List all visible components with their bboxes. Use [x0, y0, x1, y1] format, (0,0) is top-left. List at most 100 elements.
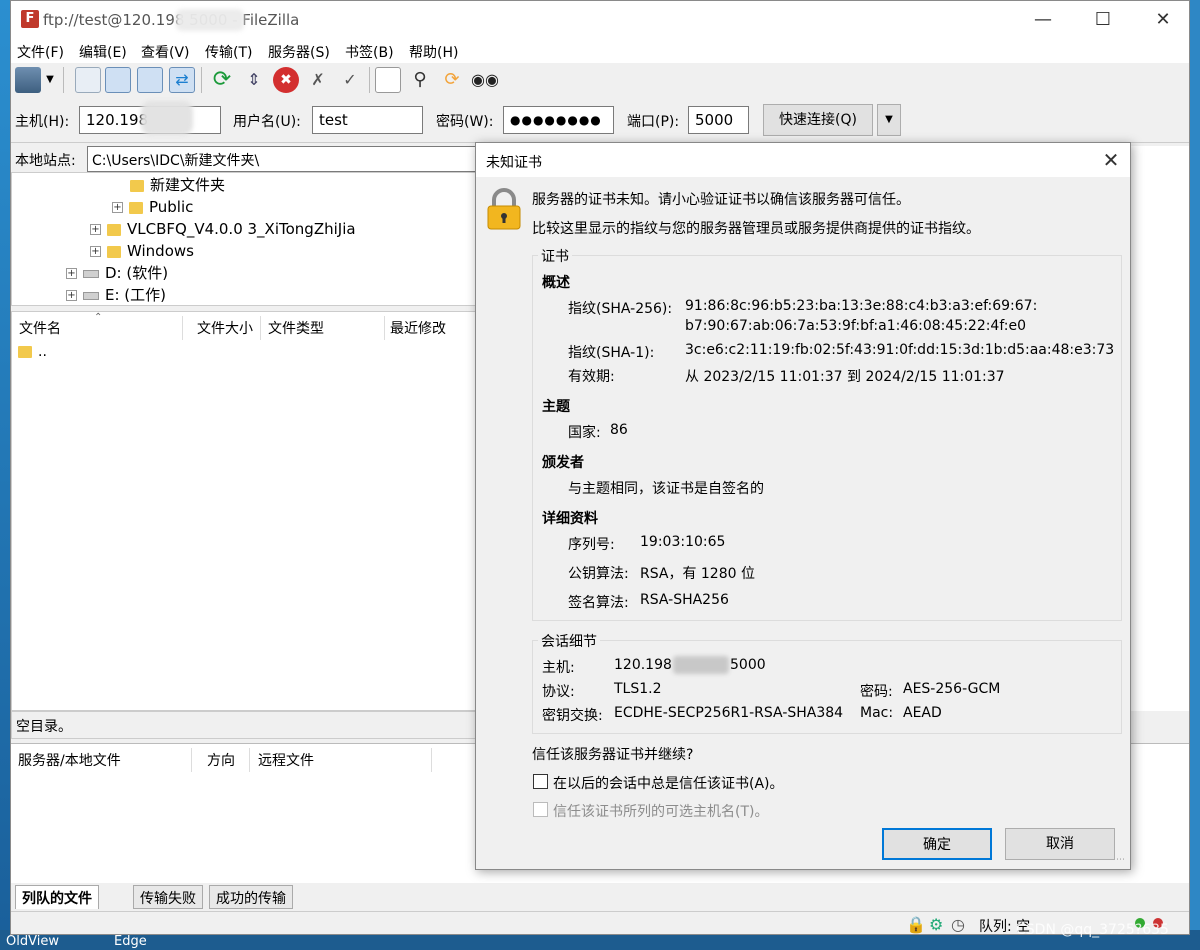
- title-bar: F ftp://test@120.198 5000 - FileZilla — …: [11, 1, 1189, 39]
- trust-question: 信任该服务器证书并继续?: [532, 747, 694, 763]
- quickconnect-history-dropdown[interactable]: ▼: [877, 104, 901, 136]
- tab-successful-transfers[interactable]: 成功的传输: [209, 885, 293, 909]
- username-input[interactable]: test: [312, 106, 423, 134]
- queue-column-remote-file[interactable]: 远程文件: [258, 750, 314, 770]
- expand-icon[interactable]: +: [90, 246, 101, 257]
- tree-node[interactable]: + E: (工作): [66, 284, 166, 305]
- mac-label: Mac:: [860, 705, 894, 721]
- sha256-value: 91:86:8c:96:b5:23:ba:13:3e:88:c4:b3:a3:e…: [685, 298, 1038, 314]
- disconnect-icon[interactable]: ✗: [305, 67, 331, 93]
- menu-help[interactable]: 帮助(H): [409, 42, 458, 62]
- always-trust-label[interactable]: 在以后的会话中总是信任该证书(A)。: [553, 773, 784, 793]
- cancel-icon[interactable]: ✖: [273, 67, 299, 93]
- quickconnect-button[interactable]: 快速连接(Q): [763, 104, 873, 136]
- toggle-local-tree-icon[interactable]: [105, 67, 131, 93]
- expand-icon[interactable]: +: [66, 268, 77, 279]
- desktop-icon-label[interactable]: Edge: [114, 934, 147, 949]
- tab-queued-files[interactable]: 列队的文件: [15, 885, 99, 909]
- validity-value: 从 2023/2/15 11:01:37 到 2024/2/15 11:01:3…: [685, 369, 1005, 385]
- always-trust-checkbox[interactable]: [533, 774, 548, 789]
- tree-node[interactable]: + D: (软件): [66, 262, 168, 284]
- password-label: 密码(W):: [436, 114, 494, 130]
- list-item[interactable]: ..: [18, 344, 47, 360]
- column-header-filename[interactable]: 文件名: [19, 318, 61, 338]
- column-header-filetype[interactable]: 文件类型: [268, 318, 324, 338]
- local-path-input[interactable]: C:\Users\IDC\新建文件夹\: [87, 146, 481, 172]
- desktop-left-strip: [0, 0, 10, 950]
- padlock-icon: [484, 187, 524, 231]
- public-key-label: 公钥算法:: [568, 566, 629, 582]
- column-header-modified[interactable]: 最近修改: [390, 318, 446, 338]
- status-bar: 🔒 ⚙ ◷ 队列: 空: [11, 911, 1189, 934]
- search-icon[interactable]: ⚲: [407, 67, 433, 93]
- mac-value: AEAD: [903, 705, 942, 721]
- username-label: 用户名(U):: [233, 114, 301, 130]
- tree-node[interactable]: + VLCBFQ_V4.0.0 3_XiTongZhiJia: [90, 218, 356, 240]
- password-input[interactable]: ●●●●●●●●: [503, 106, 614, 134]
- issuer-heading: 颁发者: [542, 455, 584, 471]
- trust-alt-names-label[interactable]: 信任该证书所列的可选主机名(T)。: [553, 801, 768, 821]
- minimize-button[interactable]: —: [1021, 1, 1065, 39]
- desktop-icon-label[interactable]: OldView: [6, 934, 59, 949]
- expand-icon[interactable]: +: [112, 202, 123, 213]
- gear-icon[interactable]: ⚙: [929, 915, 943, 934]
- validity-label: 有效期:: [568, 369, 615, 385]
- menu-transfer[interactable]: 传输(T): [205, 42, 252, 62]
- menu-file[interactable]: 文件(F): [17, 42, 64, 62]
- redaction-blur: [176, 9, 244, 31]
- close-window-button[interactable]: ✕: [1141, 1, 1185, 39]
- sha1-value: 3c:e6:c2:11:19:fb:02:5f:43:91:0f:dd:15:3…: [685, 342, 1115, 358]
- tree-node[interactable]: + Windows: [90, 240, 194, 262]
- menu-view[interactable]: 查看(V): [141, 42, 190, 62]
- toggle-message-log-icon[interactable]: [75, 67, 101, 93]
- find-files-icon[interactable]: ◉◉: [471, 67, 499, 93]
- protocol-value: TLS1.2: [614, 681, 662, 697]
- refresh-icon[interactable]: ⟳: [209, 67, 235, 93]
- toolbar: ▼ ⇄ ⟳ ⇕ ✖ ✗ ✓ ⚲ ⟳ ◉◉: [11, 63, 1189, 97]
- expand-icon[interactable]: +: [90, 224, 101, 235]
- cipher-label: 密码:: [860, 684, 893, 700]
- expand-icon[interactable]: +: [66, 290, 77, 301]
- sync-browse-icon[interactable]: ⟳: [439, 67, 465, 93]
- reconnect-icon[interactable]: ✓: [337, 67, 363, 93]
- column-header-filesize[interactable]: 文件大小: [197, 318, 253, 338]
- folder-icon: [129, 201, 143, 214]
- serial-value: 19:03:10:65: [640, 534, 726, 550]
- process-queue-icon[interactable]: ⇕: [241, 67, 267, 93]
- folder-icon: [107, 245, 121, 258]
- lock-icon[interactable]: 🔒: [906, 915, 926, 934]
- speed-limit-icon[interactable]: ◷: [951, 915, 965, 934]
- dialog-close-button[interactable]: ✕: [1092, 143, 1130, 177]
- toggle-remote-tree-icon[interactable]: [137, 67, 163, 93]
- menu-bookmarks[interactable]: 书签(B): [345, 42, 394, 62]
- site-manager-dropdown-icon[interactable]: ▼: [43, 67, 57, 93]
- tab-failed-transfers[interactable]: 传输失败: [133, 885, 203, 909]
- trust-alt-names-checkbox[interactable]: [533, 802, 548, 817]
- cancel-button[interactable]: 取消: [1005, 828, 1115, 860]
- filezilla-app-icon: F: [21, 10, 39, 28]
- session-host-label: 主机:: [542, 660, 575, 676]
- menu-edit[interactable]: 编辑(E): [79, 42, 127, 62]
- queue-column-local-file[interactable]: 服务器/本地文件: [18, 750, 121, 770]
- directory-filter-icon[interactable]: [375, 67, 401, 93]
- local-directory-tree: 新建文件夹 + Public + VLCBFQ_V4.0.0 3_XiTongZhi…: [11, 172, 481, 306]
- signature-value: RSA-SHA256: [640, 592, 729, 608]
- tree-node[interactable]: 新建文件夹: [130, 174, 225, 196]
- ok-button[interactable]: 确定: [882, 828, 992, 860]
- site-manager-icon[interactable]: [15, 67, 41, 93]
- watermark: CSDN @qq_3725?635: [1016, 922, 1169, 938]
- menu-server[interactable]: 服务器(S): [268, 42, 330, 62]
- quickconnect-bar: 主机(H): 120.198 用户名(U): test 密码(W): ●●●●●…: [11, 97, 1189, 143]
- issuer-value: 与主题相同，该证书是自签名的: [568, 481, 764, 497]
- folder-icon: [107, 223, 121, 236]
- tree-node[interactable]: + Public: [112, 196, 193, 218]
- window-title: ftp://test@120.198 5000 - FileZilla: [43, 11, 300, 29]
- key-exchange-label: 密钥交换:: [542, 708, 603, 724]
- queue-column-direction[interactable]: 方向: [207, 750, 235, 770]
- port-input[interactable]: 5000: [688, 106, 749, 134]
- resize-grip-icon[interactable]: ⋯: [1116, 855, 1125, 865]
- drive-icon: [83, 291, 99, 300]
- sha256-value-cont: b7:90:67:ab:06:7a:53:9f:bf:a1:46:08:45:2…: [685, 318, 1027, 334]
- toggle-queue-icon[interactable]: ⇄: [169, 67, 195, 93]
- maximize-button[interactable]: ☐: [1081, 1, 1125, 39]
